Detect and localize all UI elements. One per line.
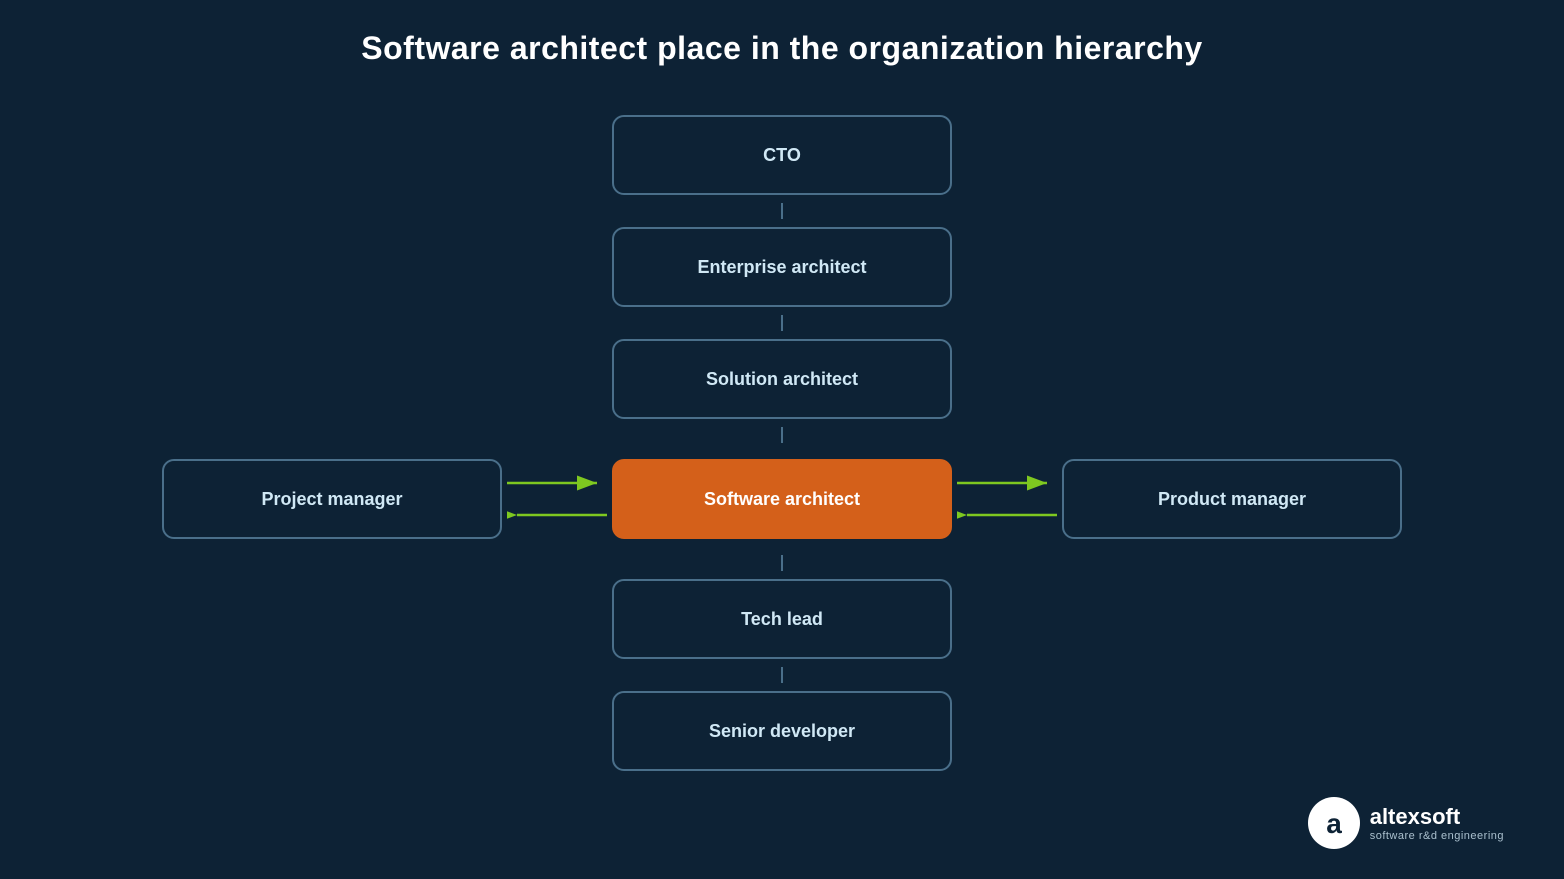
software-architect-node: Software architect (612, 459, 952, 539)
diagram-container: Software architect place in the organiza… (0, 0, 1564, 879)
logo-area: a altexsoft software r&d engineering (1308, 797, 1504, 849)
arrow-right-1 (507, 472, 607, 494)
arrows-right (952, 472, 1062, 526)
enterprise-architect-node: Enterprise architect (612, 227, 952, 307)
connector-1 (781, 203, 783, 219)
connector-5 (781, 667, 783, 683)
project-manager-label: Project manager (261, 489, 402, 510)
project-manager-node: Project manager (162, 459, 502, 539)
cto-node: CTO (612, 115, 952, 195)
arrow-left-1 (507, 504, 607, 526)
altexsoft-logo-icon: a (1308, 797, 1360, 849)
enterprise-architect-label: Enterprise architect (697, 257, 866, 278)
logo-subtitle: software r&d engineering (1370, 830, 1504, 842)
product-manager-node: Product manager (1062, 459, 1402, 539)
logo-name: altexsoft (1370, 804, 1504, 830)
connector-2 (781, 315, 783, 331)
solution-architect-label: Solution architect (706, 369, 858, 390)
svg-text:a: a (1326, 808, 1342, 839)
solution-architect-node: Solution architect (612, 339, 952, 419)
logo-text: altexsoft software r&d engineering (1370, 804, 1504, 842)
cto-label: CTO (763, 145, 801, 166)
arrows-left (502, 472, 612, 526)
arrow-left-2 (957, 504, 1057, 526)
page-title: Software architect place in the organiza… (361, 30, 1202, 67)
middle-row: Project manager (162, 451, 1402, 547)
product-manager-label: Product manager (1158, 489, 1306, 510)
connector-4 (781, 555, 783, 571)
arrow-right-2 (957, 472, 1057, 494)
tech-lead-label: Tech lead (741, 609, 823, 630)
connector-3 (781, 427, 783, 443)
senior-developer-node: Senior developer (612, 691, 952, 771)
senior-developer-label: Senior developer (709, 721, 855, 742)
tech-lead-node: Tech lead (612, 579, 952, 659)
software-architect-label: Software architect (704, 489, 860, 510)
